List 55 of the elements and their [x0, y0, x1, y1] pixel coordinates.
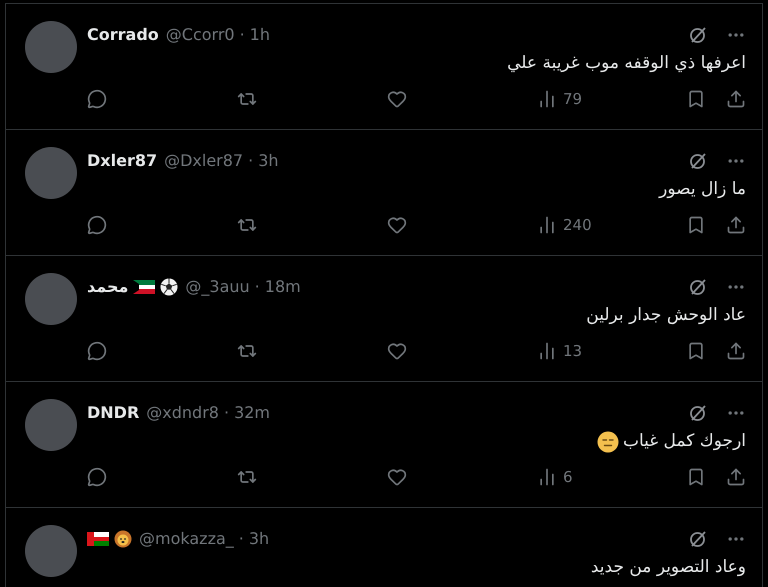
- post-text: ما زال يصور: [659, 178, 746, 202]
- lion-icon: [114, 530, 132, 548]
- separator-dot: ·: [248, 150, 254, 172]
- separator-dot: ·: [240, 24, 245, 46]
- display-name[interactable]: محمد: [87, 275, 128, 299]
- post-time[interactable]: 32m: [234, 401, 270, 425]
- separator-dot: ·: [238, 528, 244, 550]
- soccer-ball-icon: [160, 278, 178, 296]
- flag-icon: [87, 532, 109, 546]
- view-count: 6: [563, 467, 573, 488]
- post-text: عاد الوحش جدار برلين: [586, 304, 746, 328]
- avatar[interactable]: [25, 21, 77, 73]
- user-handle[interactable]: @Ccorr0: [166, 23, 235, 47]
- display-name[interactable]: DNDR: [87, 401, 140, 425]
- flag-icon: [133, 280, 156, 294]
- slashed-circle-icon[interactable]: [688, 529, 708, 549]
- display-name[interactable]: Corrado: [87, 23, 159, 47]
- post-text: اعرفها ذي الوقفه موب غريبة علي: [507, 52, 746, 76]
- slashed-circle-icon[interactable]: [688, 151, 708, 171]
- share-icon[interactable]: [726, 341, 746, 362]
- reply-icon[interactable]: [87, 89, 107, 110]
- reply-icon[interactable]: [87, 215, 107, 236]
- like-icon[interactable]: [387, 215, 407, 236]
- slashed-circle-icon[interactable]: [688, 403, 708, 423]
- avatar[interactable]: [25, 399, 77, 451]
- user-handle[interactable]: @mokazza_: [139, 527, 234, 551]
- post-text: وعاد التصوير من جديد: [590, 556, 746, 580]
- post-time[interactable]: 1h: [250, 23, 270, 47]
- face-emoji-icon: [596, 431, 619, 453]
- slashed-circle-icon[interactable]: [688, 277, 708, 297]
- user-handle[interactable]: @Dxler87: [164, 149, 244, 173]
- post-time[interactable]: 3h: [258, 149, 279, 173]
- user-handle[interactable]: @_3auu: [185, 275, 250, 299]
- share-icon[interactable]: [726, 89, 746, 110]
- view-count: 13: [563, 341, 582, 362]
- slashed-circle-icon[interactable]: [688, 25, 708, 45]
- like-icon[interactable]: [387, 89, 407, 110]
- display-name[interactable]: Dxler87: [87, 149, 158, 173]
- avatar[interactable]: [25, 525, 77, 577]
- share-icon[interactable]: [726, 467, 746, 488]
- post-time[interactable]: 3h: [248, 527, 270, 551]
- avatar[interactable]: [25, 147, 77, 199]
- post-text: ارجوك كمل غياب: [622, 430, 746, 454]
- avatar[interactable]: [25, 273, 77, 325]
- user-handle[interactable]: @xdndr8: [146, 401, 219, 425]
- reply-icon[interactable]: [87, 341, 107, 362]
- view-count: 240: [563, 215, 592, 236]
- view-count: 79: [563, 89, 582, 110]
- post-time[interactable]: 18m: [264, 275, 301, 299]
- reply-icon[interactable]: [87, 467, 107, 488]
- like-icon[interactable]: [387, 467, 407, 488]
- separator-dot: ·: [254, 276, 260, 298]
- like-icon[interactable]: [387, 341, 407, 362]
- share-icon[interactable]: [726, 215, 746, 236]
- separator-dot: ·: [224, 402, 230, 424]
